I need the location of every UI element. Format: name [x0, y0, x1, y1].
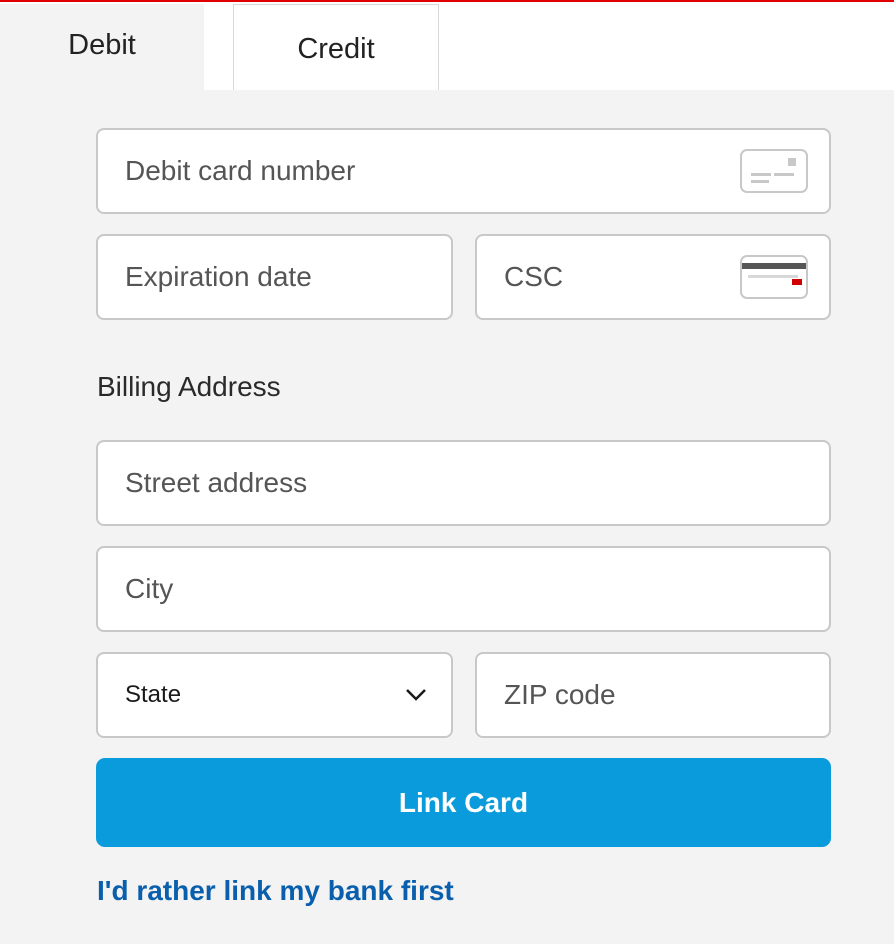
billing-address-heading: Billing Address [97, 371, 281, 402]
city-field[interactable]: City [96, 546, 831, 632]
tab-bar-filler [439, 4, 894, 90]
expiration-date-placeholder: Expiration date [125, 261, 312, 292]
csc-field[interactable]: CSC [475, 234, 831, 320]
card-back-icon [740, 255, 808, 299]
tab-debit-label: Debit [68, 28, 136, 61]
tab-credit-label: Credit [297, 33, 375, 65]
tab-gap [204, 4, 233, 90]
top-accent-line [0, 0, 894, 2]
state-select[interactable]: State [96, 652, 453, 738]
link-card-button-label: Link Card [398, 786, 529, 818]
street-address-placeholder: Street address [125, 467, 308, 498]
debit-card-number-field[interactable]: Debit card number [96, 128, 831, 214]
zip-code-placeholder: ZIP code [504, 679, 616, 710]
debit-card-number-placeholder: Debit card number [125, 155, 356, 186]
street-address-field[interactable]: Street address [96, 440, 831, 526]
link-card-button[interactable]: Link Card [96, 758, 831, 847]
state-select-value: State [125, 681, 182, 708]
card-front-icon [740, 149, 808, 193]
expiration-date-field[interactable]: Expiration date [96, 234, 453, 320]
tab-credit[interactable]: Credit [233, 4, 439, 90]
link-bank-first-link[interactable]: I'd rather link my bank first [97, 875, 454, 907]
city-placeholder: City [125, 573, 174, 604]
chevron-down-icon [406, 689, 426, 701]
tab-debit[interactable]: Debit [0, 4, 204, 94]
zip-code-field[interactable]: ZIP code [475, 652, 831, 738]
